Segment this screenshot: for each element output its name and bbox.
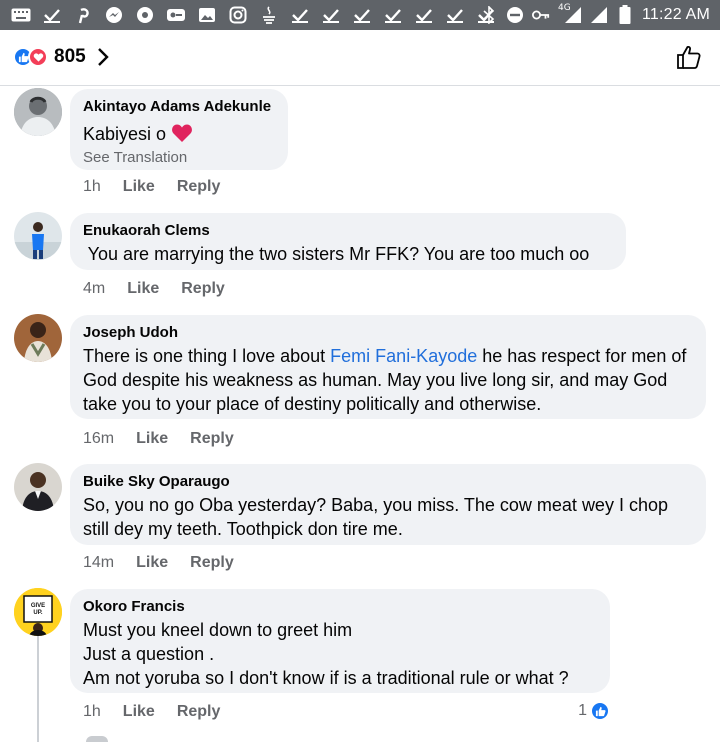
chevron-right-icon	[97, 48, 109, 66]
comment-text: You are marrying the two sisters Mr FFK?…	[83, 244, 590, 264]
check-icon	[382, 5, 404, 25]
comment-bubble[interactable]: Enukaorah Clems You are marrying the two…	[70, 213, 626, 270]
reaction-count: 805	[54, 46, 86, 67]
avatar[interactable]	[14, 463, 62, 511]
comment-text: Kabiyesi o	[83, 124, 167, 144]
bluetooth-icon	[480, 5, 498, 25]
comment-author[interactable]: Akintayo Adams Adekunle	[83, 97, 275, 117]
network-type: 4G	[557, 3, 571, 13]
keyboard-icon	[10, 5, 32, 25]
comment-timestamp[interactable]: 14m	[83, 554, 114, 572]
check-icon	[413, 5, 435, 25]
check-icon	[289, 5, 311, 25]
reaction-count-value: 1	[578, 702, 587, 719]
image-icon	[196, 5, 218, 25]
check-icon	[320, 5, 342, 25]
pinterest-icon	[72, 5, 94, 25]
comment-timestamp[interactable]: 1h	[83, 703, 101, 721]
avatar[interactable]: GIVE UP.	[14, 588, 62, 636]
comment-bubble[interactable]: Joseph Udoh There is one thing I love ab…	[70, 315, 706, 419]
love-reaction-icon	[28, 47, 48, 67]
like-button[interactable]: Like	[136, 430, 168, 448]
comment-actions: 16m Like Reply	[83, 430, 234, 448]
dot-icon	[134, 5, 156, 25]
reply-button[interactable]: Reply	[177, 703, 221, 721]
status-bar: 4G 11:22 AM	[0, 0, 720, 30]
clock: 11:22 AM	[641, 6, 710, 23]
avatar-badge-text: GIVE UP.	[30, 603, 46, 616]
comment-bubble[interactable]: Akintayo Adams Adekunle Kabiyesi o See T…	[70, 89, 288, 170]
key-icon	[531, 5, 550, 25]
thumbs-up-icon[interactable]	[676, 44, 702, 70]
like-reaction-icon	[590, 701, 610, 721]
comment-author[interactable]: Buike Sky Oparaugo	[83, 472, 693, 492]
messenger-icon	[103, 5, 125, 25]
reply-button[interactable]: Reply	[190, 430, 234, 448]
avatar[interactable]	[14, 88, 62, 136]
comment-reaction-count[interactable]: 1	[578, 701, 610, 721]
comment-timestamp[interactable]: 16m	[83, 430, 114, 448]
comment-author[interactable]: Joseph Udoh	[83, 323, 693, 343]
comment-bubble[interactable]: Okoro Francis Must you kneel down to gre…	[70, 589, 610, 693]
thread-line	[37, 636, 39, 742]
comment-text: Am not yoruba so I don't know if is a tr…	[83, 668, 569, 688]
like-button[interactable]: Like	[127, 280, 159, 298]
check-icon	[444, 5, 466, 25]
signal-icon: 4G	[557, 3, 582, 25]
comment-text: There is one thing I love about	[83, 346, 331, 366]
java-icon	[258, 5, 280, 25]
avatar[interactable]	[14, 212, 62, 260]
comment-text: Must you kneel down to greet him	[83, 620, 353, 640]
comment-author[interactable]: Enukaorah Clems	[83, 221, 613, 241]
see-translation-link[interactable]: See Translation	[83, 148, 275, 168]
reply-button[interactable]: Reply	[190, 554, 234, 572]
next-comment-avatar	[86, 736, 108, 742]
comment-timestamp[interactable]: 1h	[83, 178, 101, 196]
mention-link[interactable]: Femi Fani-Kayode	[330, 346, 477, 366]
signal-icon	[590, 5, 608, 25]
comment-bubble[interactable]: Buike Sky Oparaugo So, you no go Oba yes…	[70, 464, 706, 545]
vpn-icon	[165, 5, 187, 25]
reply-button[interactable]: Reply	[181, 280, 225, 298]
like-button[interactable]: Like	[123, 178, 155, 196]
comment-text: Just a question .	[83, 644, 215, 664]
reactions-header: 805	[0, 30, 720, 86]
check-icon	[41, 5, 63, 25]
reactions-summary[interactable]: 805	[13, 45, 110, 69]
comment-actions: 14m Like Reply	[83, 554, 234, 572]
comment-actions: 1h Like Reply	[83, 703, 220, 721]
system-icons: 4G 11:22 AM	[480, 3, 710, 26]
instagram-icon	[227, 5, 249, 25]
check-icon	[351, 5, 373, 25]
reply-button[interactable]: Reply	[177, 178, 221, 196]
comment-actions: 1h Like Reply	[83, 178, 220, 196]
comment-text: So, you no go Oba yesterday? Baba, you m…	[83, 495, 668, 539]
battery-icon	[616, 5, 634, 25]
notification-icons	[10, 5, 497, 25]
avatar[interactable]	[14, 314, 62, 362]
do-not-disturb-icon	[506, 5, 524, 25]
heart-emoji-icon	[172, 124, 193, 142]
comment-timestamp[interactable]: 4m	[83, 280, 105, 298]
like-button[interactable]: Like	[136, 554, 168, 572]
comment-author[interactable]: Okoro Francis	[83, 597, 597, 617]
like-button[interactable]: Like	[123, 703, 155, 721]
comment-actions: 4m Like Reply	[83, 280, 225, 298]
